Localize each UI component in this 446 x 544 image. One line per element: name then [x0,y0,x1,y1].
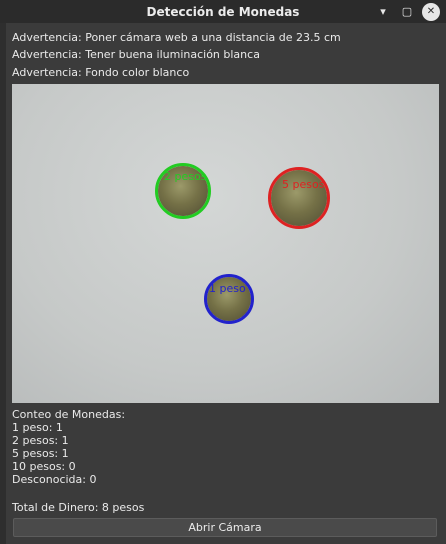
warning-lighting: Advertencia: Tener buena iluminación bla… [12,48,260,61]
total-money: Total de Dinero: 8 pesos [12,501,145,514]
count-1-peso: 1 peso: 1 [12,421,63,434]
main-content: Advertencia: Poner cámara web a una dist… [6,23,446,544]
open-camera-button[interactable]: Abrir Cámara [13,518,437,537]
minimize-icon[interactable]: ▾ [374,3,392,21]
window-controls: ▾ ▢ ✕ [374,0,440,23]
warning-distance: Advertencia: Poner cámara web a una dist… [12,31,341,44]
count-header: Conteo de Monedas: [12,408,126,421]
count-10-pesos: 10 pesos: 0 [12,460,76,473]
close-icon[interactable]: ✕ [422,2,440,21]
coin-label-2-pesos: 2 pesos [164,170,207,183]
count-5-pesos: 5 pesos: 1 [12,447,69,460]
coin-ring-5-pesos [268,167,330,229]
count-unknown: Desconocida: 0 [12,473,97,486]
count-2-pesos: 2 pesos: 1 [12,434,69,447]
camera-feed: 2 pesos 5 pesos 1 peso [12,84,439,403]
title-bar: Detección de Monedas ▾ ▢ ✕ [0,0,446,23]
warning-background: Advertencia: Fondo color blanco [12,66,190,79]
coin-label-5-pesos: 5 pesos [282,178,325,191]
window-title: Detección de Monedas [146,4,300,19]
coin-label-1-peso: 1 peso [209,282,246,295]
maximize-icon[interactable]: ▢ [398,3,416,21]
